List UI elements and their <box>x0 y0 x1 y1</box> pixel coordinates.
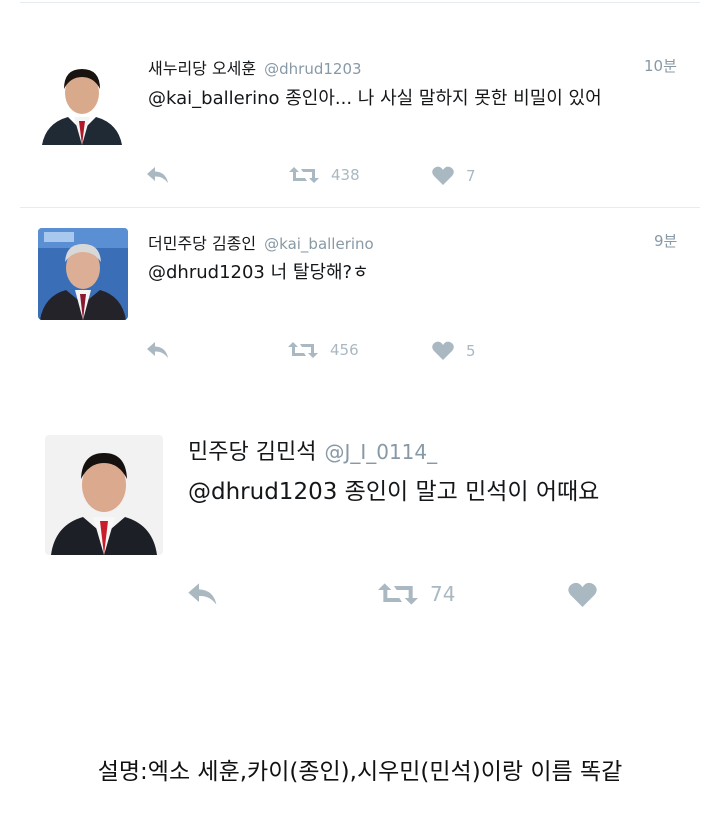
user-handle[interactable]: @dhrud1203 <box>264 60 361 78</box>
like-icon <box>568 582 597 607</box>
retweet-icon <box>288 341 318 359</box>
caption-text: 설명:엑소 세훈,카이(종인),시우민(민석)이랑 이름 똑같 <box>97 759 623 785</box>
retweet-count: 456 <box>330 341 359 359</box>
like-icon <box>432 341 454 360</box>
tweet-header: 새누리당 오세훈 @dhrud1203 <box>148 55 362 79</box>
reply-icon <box>187 582 219 606</box>
tweet-timestamp[interactable]: 10분 <box>644 55 677 76</box>
avatar[interactable] <box>38 228 128 320</box>
tweet: 민주당 김민석 @J_I_0114_ @dhrud1203 종인이 말고 민석이 … <box>0 420 720 640</box>
retweet-icon <box>289 166 319 184</box>
like-count: 5 <box>466 341 476 360</box>
retweet-button[interactable]: 456 <box>288 341 359 359</box>
like-button[interactable]: 5 <box>432 341 476 360</box>
tweet-timestamp[interactable]: 9분 <box>654 230 677 251</box>
tweet: 더민주당 김종인 @kai_ballerino 9분 @dhrud1203 너 탈… <box>0 208 720 388</box>
retweet-count: 74 <box>430 582 456 606</box>
reply-button[interactable] <box>187 582 219 606</box>
like-button[interactable]: 7 <box>432 166 476 185</box>
retweet-count: 438 <box>331 166 360 184</box>
display-name[interactable]: 새누리당 오세훈 <box>148 59 256 78</box>
display-name[interactable]: 민주당 김민석 <box>188 440 316 465</box>
display-name[interactable]: 더민주당 김종인 <box>148 234 256 253</box>
tweet: 새누리당 오세훈 @dhrud1203 10분 @kai_ballerino 종인… <box>0 0 720 207</box>
avatar[interactable] <box>38 55 126 145</box>
user-handle[interactable]: @J_I_0114_ <box>324 440 437 464</box>
like-icon <box>432 166 454 185</box>
reply-button[interactable] <box>146 341 170 359</box>
tweet-text: @kai_ballerino 종인아... 나 사실 말하지 못한 비밀이 있어 <box>148 88 602 109</box>
avatar[interactable] <box>45 435 163 555</box>
retweet-button[interactable]: 438 <box>289 166 360 184</box>
like-count: 7 <box>466 166 476 185</box>
retweet-icon <box>378 582 418 606</box>
retweet-button[interactable]: 74 <box>378 582 455 606</box>
reply-icon <box>146 341 170 359</box>
reply-button[interactable] <box>146 166 170 184</box>
tweet-header: 더민주당 김종인 @kai_ballerino <box>148 230 374 254</box>
user-handle[interactable]: @kai_ballerino <box>264 235 374 253</box>
tweet-text: @dhrud1203 종인이 말고 민석이 어때요 <box>188 479 600 505</box>
tweet-text: @dhrud1203 너 탈당해?ㅎ <box>148 262 369 283</box>
reply-icon <box>146 166 170 184</box>
like-button[interactable] <box>568 582 597 607</box>
tweet-header: 민주당 김민석 @J_I_0114_ <box>188 434 437 466</box>
